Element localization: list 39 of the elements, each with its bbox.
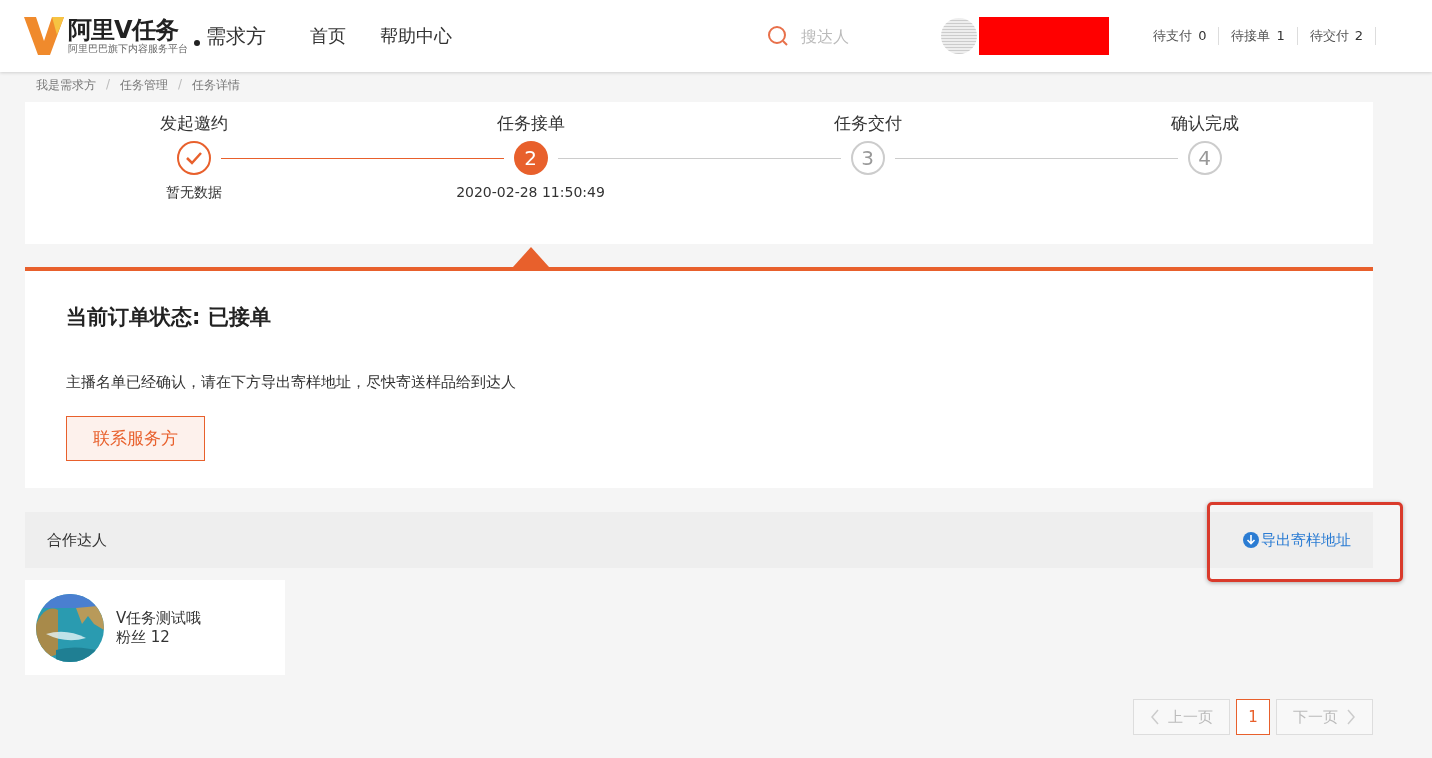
status-message: 主播名单已经确认，请在下方导出寄样地址，尽快寄送样品给到达人 [66,373,517,392]
page-number[interactable]: 1 [1236,699,1270,735]
nav-link[interactable]: 帮助中心 [380,24,452,48]
fan-count: 粉丝 12 [116,627,171,647]
order-counter[interactable]: 待接单 1 [1219,27,1298,45]
search-icon [767,25,790,47]
breadcrumb-separator: / [177,77,184,93]
step-number: 2 [513,141,548,175]
breadcrumb-link[interactable]: 任务详情 [192,77,241,102]
step-label: 任务交付 [833,112,902,135]
order-counter[interactable]: 待交付 2 [1297,27,1376,45]
step-note: 2020-02-28 11:50:49 [456,184,605,200]
step-label: 确认完成 [1170,112,1239,135]
step-label: 任务接单 [496,112,565,135]
download-icon [1243,532,1259,548]
step-number: 3 [850,141,885,175]
user-avatar[interactable] [941,18,978,54]
logo-icon [24,17,64,55]
order-status-title: 当前订单状态: 已接单 [66,304,272,331]
step-number: 4 [1187,141,1222,175]
brand-name: 阿里V任务 [68,17,180,43]
breadcrumb-link[interactable]: 任务管理 [120,77,169,102]
section-title: 合作达人 [47,530,107,550]
step-label: 发起邀约 [159,112,228,135]
tagline: 阿里巴巴旗下内容服务平台 [68,43,188,55]
search-field[interactable]: 搜达人 [799,25,874,47]
chevron-right-icon [1346,709,1356,725]
order-counter[interactable]: 待支付 0 [1141,27,1220,45]
export-link[interactable]: 导出寄样地址 [1243,530,1351,550]
breadcrumb-separator: / [105,77,112,93]
nav-link[interactable]: 首页 [310,24,346,48]
influencer-name: V任务测试哦 [116,608,202,628]
role-label: 需求方 [206,22,266,50]
chevron-left-icon [1150,709,1160,725]
contact-button[interactable]: 联系服务方 [66,416,205,461]
breadcrumb-link[interactable]: 我是需求方 [36,77,96,102]
step-note: 暂无数据 [165,184,222,202]
influencer-card[interactable]: V任务测试哦 粉丝 12 [25,580,285,675]
check-icon [176,141,211,175]
